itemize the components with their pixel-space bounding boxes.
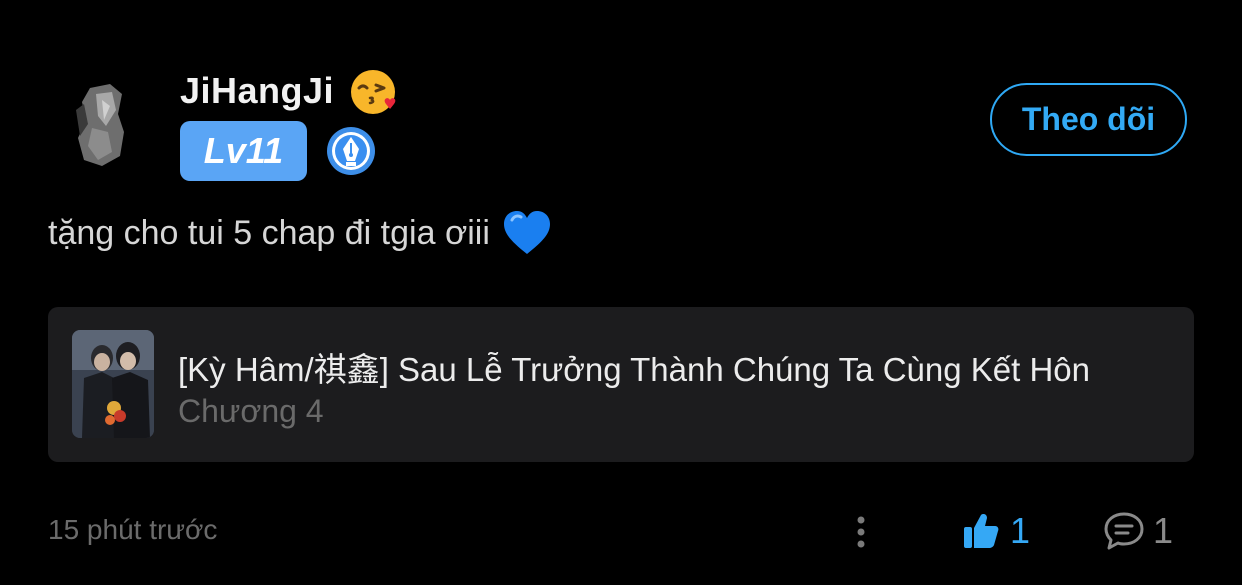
timestamp: 15 phút trước — [48, 514, 218, 545]
face-blowing-kiss-icon — [351, 70, 396, 114]
reply-button[interactable]: 1 — [1103, 507, 1173, 555]
fountain-pen-badge-icon — [327, 127, 375, 175]
follow-button[interactable]: Theo dõi — [990, 83, 1187, 156]
like-count: 1 — [1010, 510, 1031, 551]
story-chapter: Chương 4 — [178, 393, 324, 429]
thumbs-up-icon — [964, 514, 999, 548]
avatar-image — [62, 80, 150, 172]
level-badge: Lv11 — [180, 121, 307, 181]
username[interactable]: JiHangJi — [180, 70, 334, 112]
more-vertical-icon[interactable] — [848, 513, 874, 551]
blue-heart-icon — [503, 211, 550, 254]
story-card[interactable]: [Kỳ Hâm/祺鑫] Sau Lễ Trưởng Thành Chúng Ta… — [48, 307, 1194, 462]
comment-text: tặng cho tui 5 chap đi tgia ơiii — [48, 213, 490, 252]
story-title: [Kỳ Hâm/祺鑫] Sau Lễ Trưởng Thành Chúng Ta… — [178, 351, 1090, 388]
story-cover-image — [72, 330, 154, 438]
username-row: JiHangJi — [180, 66, 398, 116]
comment-bubble-icon — [1104, 512, 1144, 550]
like-button[interactable]: 1 — [962, 507, 1030, 555]
avatar[interactable] — [62, 80, 150, 172]
comment-count: 1 — [1153, 510, 1174, 551]
badge-row: Lv11 — [180, 121, 377, 181]
comment-body: tặng cho tui 5 chap đi tgia ơiii — [48, 205, 552, 261]
